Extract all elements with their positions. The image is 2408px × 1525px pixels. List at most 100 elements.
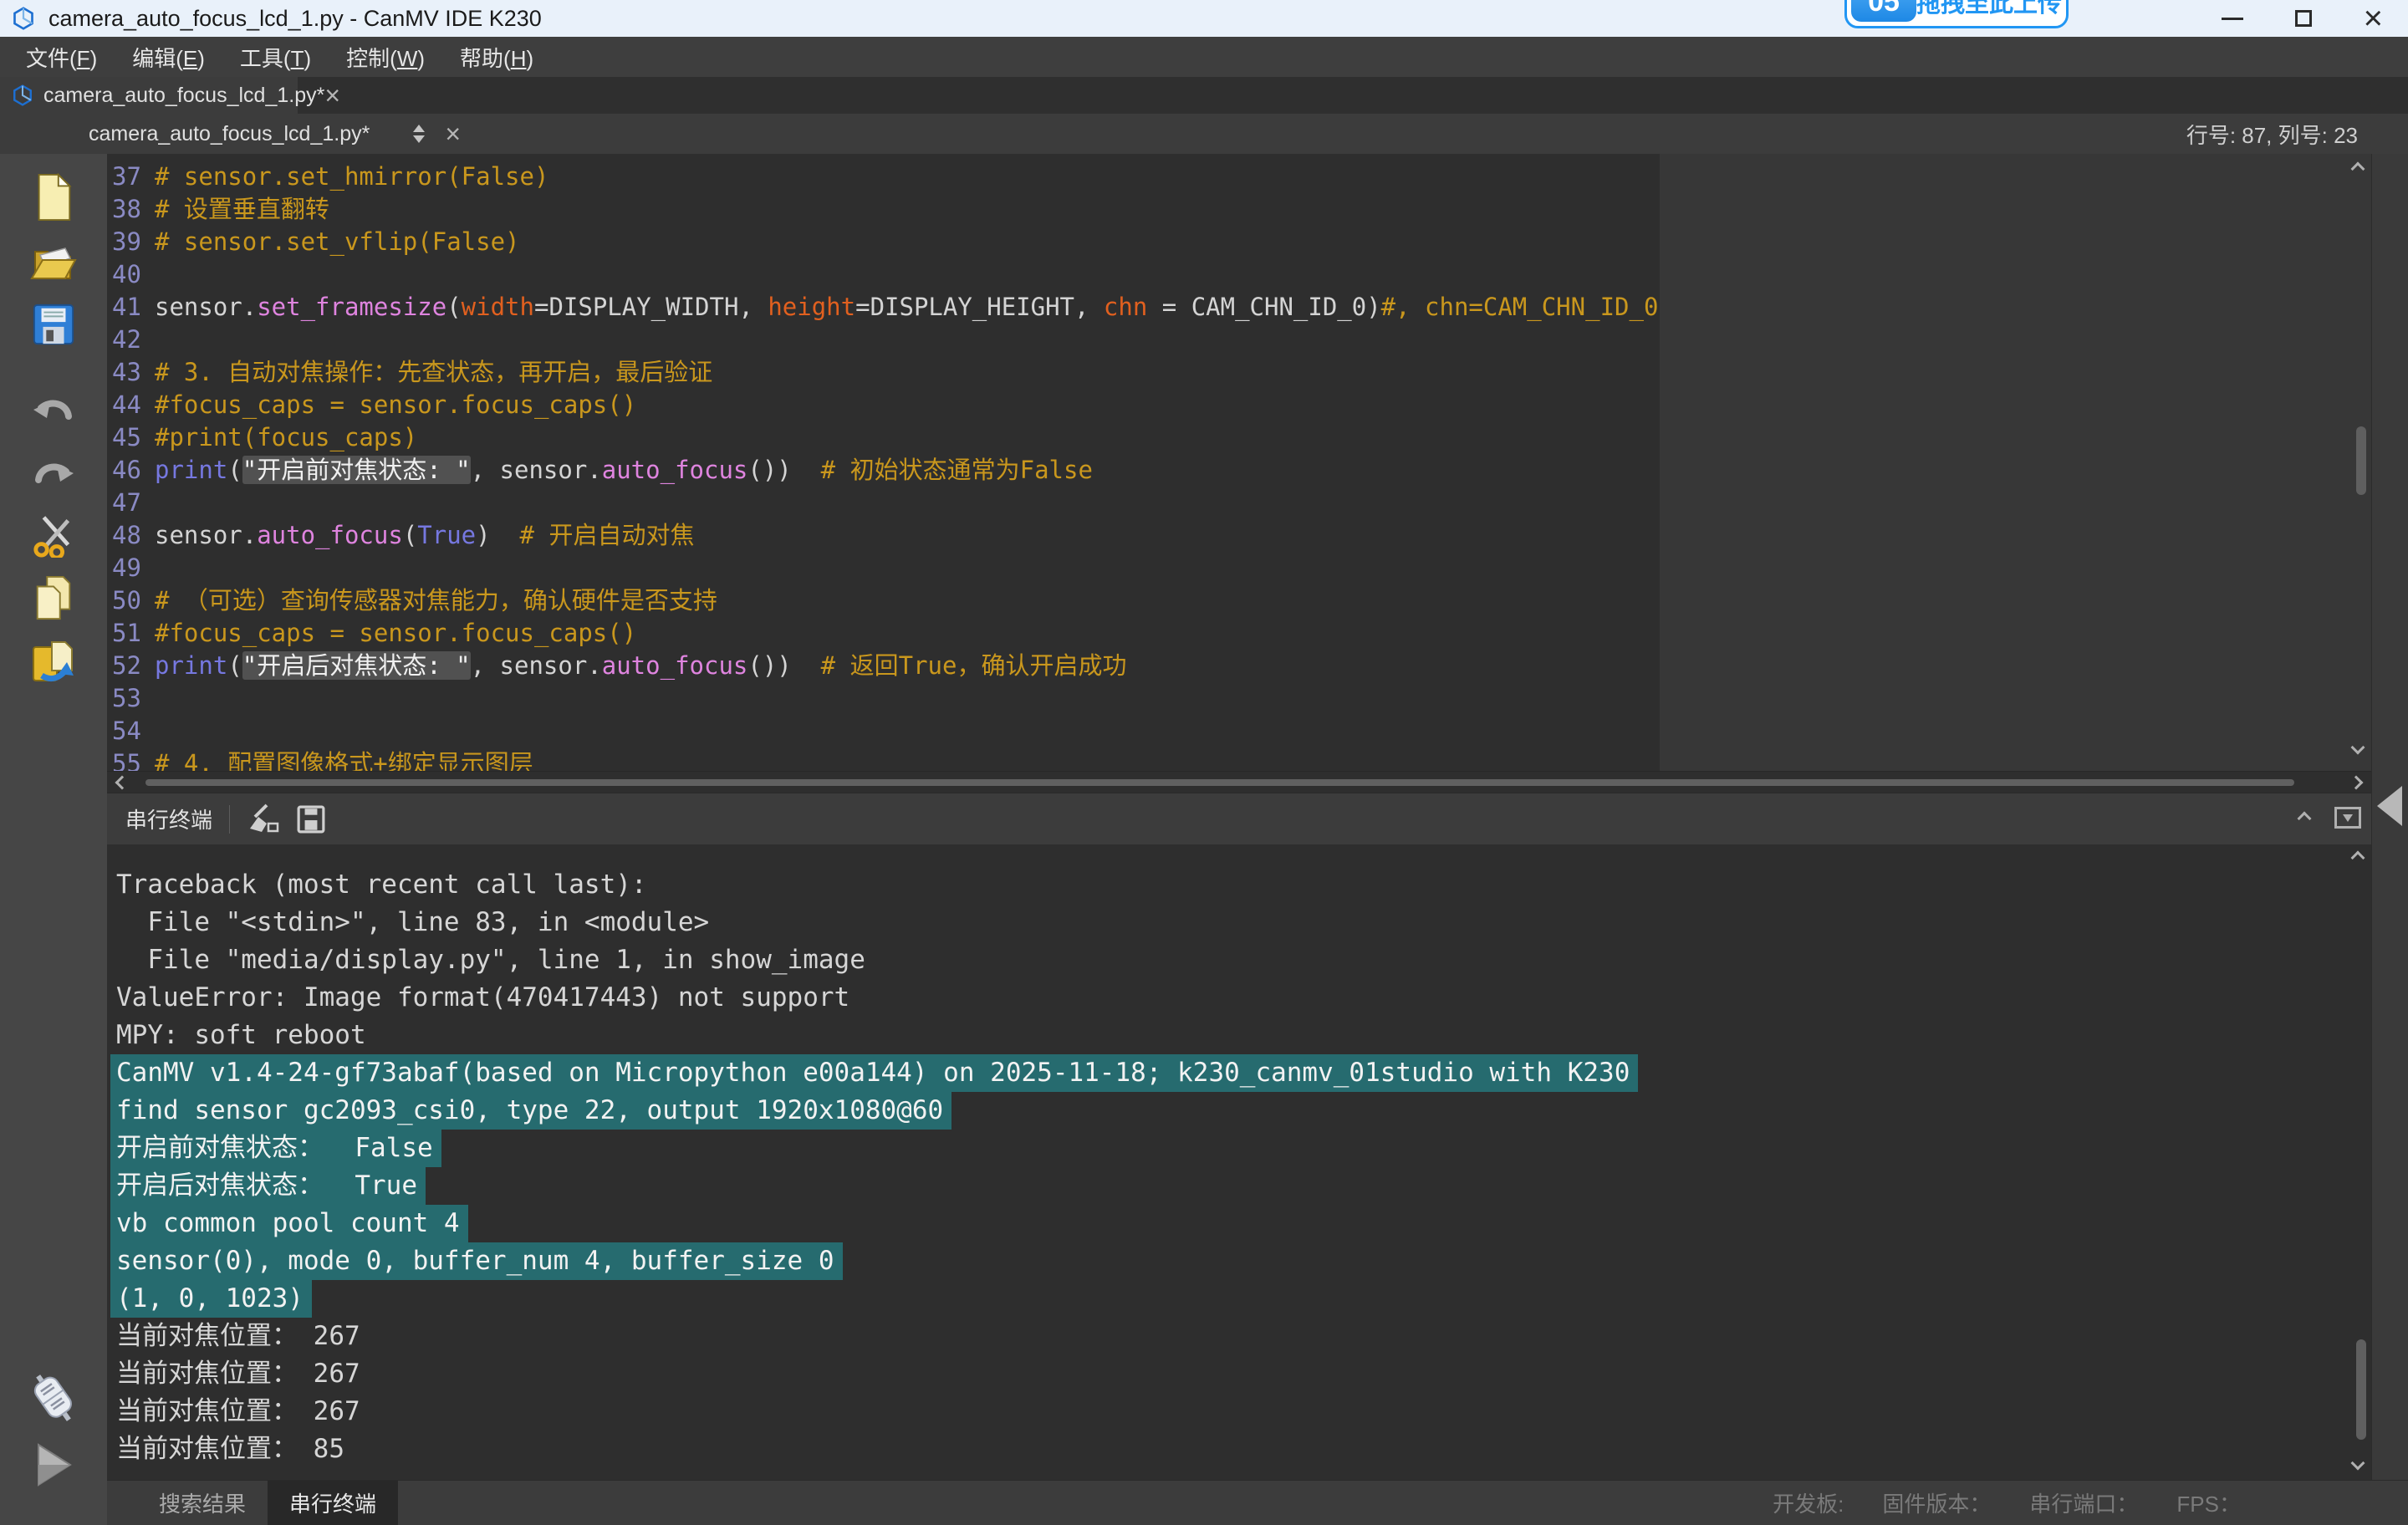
open-file-button[interactable] [0, 229, 107, 293]
code-line[interactable]: 38# 设置垂直翻转 [107, 193, 2408, 226]
code-line[interactable]: 53 [107, 682, 2408, 715]
dock-terminal-icon[interactable] [2334, 807, 2361, 829]
canmv-logo-icon [12, 7, 35, 30]
code-line[interactable]: 48sensor.auto_focus(True) # 开启自动对焦 [107, 519, 2408, 552]
menu-help[interactable]: 帮助(H) [442, 42, 551, 73]
menu-file[interactable]: 文件(F) [8, 42, 115, 73]
expand-right-panel-handle[interactable] [2377, 786, 2402, 826]
file-close-icon[interactable]: × [445, 120, 461, 147]
document-tab-label: camera_auto_focus_lcd_1.py* [43, 84, 324, 108]
code-line[interactable]: 47 [107, 487, 2408, 519]
tab-close-icon[interactable]: × [324, 82, 340, 109]
code-line[interactable]: 54 [107, 715, 2408, 747]
terminal-line: sensor(0), mode 0, buffer_num 4, buffer_… [107, 1242, 2408, 1280]
code-text: sensor.set_framesize(width=DISPLAY_WIDTH… [155, 291, 1658, 324]
maximize-button[interactable] [2295, 10, 2312, 27]
menu-tools[interactable]: 工具(T) [222, 42, 329, 73]
save-file-button[interactable] [0, 293, 107, 356]
clear-terminal-button[interactable] [247, 803, 280, 835]
code-text: # 3. 自动对焦操作：先查状态，再开启，最后验证 [155, 356, 712, 389]
new-file-button[interactable] [0, 166, 107, 229]
terminal-line: File "media/display.py", line 1, in show… [107, 941, 2408, 979]
code-line[interactable]: 41sensor.set_framesize(width=DISPLAY_WID… [107, 291, 2408, 324]
editor-hscroll-thumb[interactable] [145, 779, 2294, 786]
save-icon [31, 302, 76, 347]
line-number: 37 [107, 161, 155, 193]
editor-horizontal-scrollbar[interactable] [107, 771, 2371, 793]
terminal-line: ValueError: Image format(470417443) not … [107, 979, 2408, 1017]
code-line[interactable]: 45#print(focus_caps) [107, 421, 2408, 454]
menu-bar: 文件(F)编辑(E)工具(T)控制(W)帮助(H) [0, 37, 2408, 77]
bottom-tab-serial-terminal[interactable]: 串行终端 [268, 1481, 398, 1525]
line-number: 52 [107, 650, 155, 682]
code-line[interactable]: 43# 3. 自动对焦操作：先查状态，再开启，最后验证 [107, 356, 2408, 389]
line-number: 41 [107, 291, 155, 324]
copy-button[interactable] [0, 567, 107, 630]
cut-button[interactable] [0, 503, 107, 567]
upload-badge-label: 拖拽至此上传 [1916, 0, 2062, 19]
document-tab[interactable]: camera_auto_focus_lcd_1.py* × [0, 77, 298, 114]
code-line[interactable]: 52print("开启后对焦状态: ", sensor.auto_focus()… [107, 650, 2408, 682]
redo-button[interactable] [0, 440, 107, 503]
new-file-icon [32, 173, 75, 222]
terminal-vertical-scrollbar[interactable] [2356, 1339, 2366, 1440]
code-line[interactable]: 49 [107, 552, 2408, 584]
collapse-terminal-icon[interactable] [2298, 812, 2312, 826]
code-line[interactable]: 42 [107, 324, 2408, 356]
redo-icon [30, 451, 77, 492]
code-text: # 设置垂直翻转 [155, 193, 329, 226]
terminal-line: 开启前对焦状态： False [107, 1130, 2408, 1167]
serial-terminal-output[interactable]: Traceback (most recent call last): File … [107, 844, 2408, 1480]
code-text: sensor.auto_focus(True) # 开启自动对焦 [155, 519, 694, 552]
line-number: 44 [107, 389, 155, 421]
bottom-bar: 搜索结果串行终端 开发板:固件版本：串行端口：FPS： [107, 1480, 2408, 1525]
run-script-button[interactable] [0, 1441, 107, 1488]
status-group: 开发板:固件版本：串行端口：FPS： [1773, 1487, 2408, 1518]
terminal-line: 当前对焦位置： 85 [107, 1431, 2408, 1468]
code-editor[interactable]: 37# sensor.set_hmirror(False)38# 设置垂直翻转3… [107, 154, 2408, 793]
save-log-button[interactable] [297, 805, 325, 834]
code-text: # sensor.set_vflip(False) [155, 226, 520, 258]
code-text: # sensor.set_hmirror(False) [155, 161, 548, 193]
code-line[interactable]: 44#focus_caps = sensor.focus_caps() [107, 389, 2408, 421]
main-area: 37# sensor.set_hmirror(False)38# 设置垂直翻转3… [107, 154, 2408, 1525]
editor-scroll-left-icon[interactable] [115, 776, 130, 790]
editor-vertical-scrollbar[interactable] [2356, 426, 2366, 495]
code-text: print("开启后对焦状态: ", sensor.auto_focus()) … [155, 650, 1126, 682]
code-line[interactable]: 39# sensor.set_vflip(False) [107, 226, 2408, 258]
cursor-position-indicator: 行号: 87, 列号: 23 [2186, 119, 2358, 150]
editor-scroll-right-icon[interactable] [2349, 776, 2364, 790]
terminal-line: Traceback (most recent call last): [107, 866, 2408, 904]
undo-button[interactable] [0, 376, 107, 440]
bottom-tab-search-results[interactable]: 搜索结果 [137, 1481, 268, 1525]
divider [229, 805, 230, 834]
terminal-rows: Traceback (most recent call last): File … [107, 844, 2408, 1468]
open-file-selector[interactable]: camera_auto_focus_lcd_1.py* × [89, 120, 461, 147]
code-line[interactable]: 50# （可选）查询传感器对焦能力，确认硬件是否支持 [107, 584, 2408, 617]
code-line[interactable]: 37# sensor.set_hmirror(False) [107, 161, 2408, 193]
connect-icon [28, 1371, 79, 1425]
code-line[interactable]: 46print("开启前对焦状态: ", sensor.auto_focus()… [107, 454, 2408, 487]
connect-board-button[interactable] [0, 1371, 107, 1425]
line-number: 45 [107, 421, 155, 454]
code-text: #focus_caps = sensor.focus_caps() [155, 389, 636, 421]
window-controls: × [2222, 0, 2383, 37]
paste-button[interactable] [0, 630, 107, 694]
menu-control[interactable]: 控制(W) [329, 42, 442, 73]
line-number: 39 [107, 226, 155, 258]
status-board: 开发板: [1773, 1487, 1844, 1518]
document-tab-bar: camera_auto_focus_lcd_1.py* × [0, 77, 2408, 114]
code-line[interactable]: 40 [107, 258, 2408, 291]
status-port: 串行端口： [2029, 1487, 2138, 1518]
window-title: camera_auto_focus_lcd_1.py - CanMV IDE K… [48, 6, 542, 32]
upload-badge[interactable]: 05 拖拽至此上传 [1844, 0, 2069, 28]
minimize-button[interactable] [2222, 18, 2243, 20]
cut-scissors-icon [31, 513, 76, 558]
close-button[interactable]: × [2364, 2, 2383, 35]
file-selector-spinner-icon[interactable] [413, 125, 425, 143]
menu-edit[interactable]: 编辑(E) [115, 42, 222, 73]
code-line[interactable]: 51#focus_caps = sensor.focus_caps() [107, 617, 2408, 650]
line-number: 43 [107, 356, 155, 389]
terminal-line: 当前对焦位置： 267 [107, 1355, 2408, 1393]
title-bar: camera_auto_focus_lcd_1.py - CanMV IDE K… [0, 0, 2408, 37]
